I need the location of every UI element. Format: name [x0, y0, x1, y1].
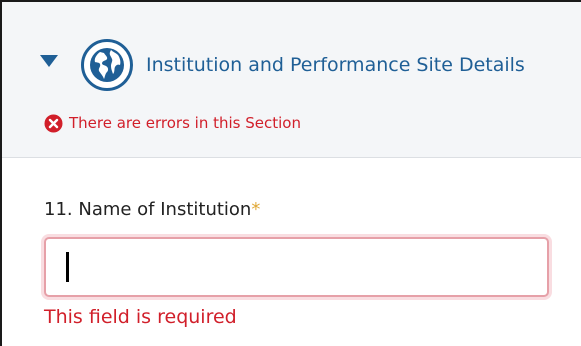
- form-panel: Institution and Performance Site Details…: [0, 0, 581, 346]
- field-label-text: 11. Name of Institution: [44, 199, 252, 220]
- section-header: Institution and Performance Site Details…: [2, 2, 581, 158]
- section-error-banner: There are errors in this Section: [44, 113, 301, 133]
- section-error-text: There are errors in this Section: [69, 114, 301, 132]
- name-of-institution-error: This field is required: [44, 306, 237, 328]
- text-cursor: [66, 252, 69, 282]
- section-title[interactable]: Institution and Performance Site Details: [146, 51, 525, 79]
- required-marker: *: [251, 199, 261, 220]
- error-circle-x-icon: [44, 114, 63, 132]
- name-of-institution-input[interactable]: [44, 237, 549, 297]
- globe-icon: [81, 39, 133, 91]
- caret-down-icon[interactable]: [38, 52, 60, 70]
- name-of-institution-label: 11. Name of Institution*: [44, 198, 260, 222]
